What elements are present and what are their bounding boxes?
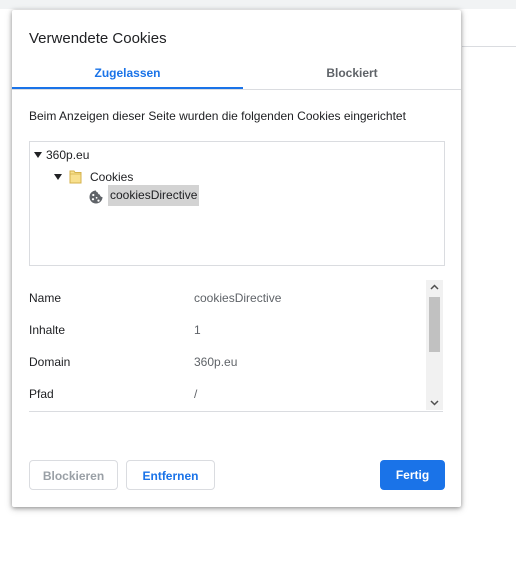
background-divider bbox=[462, 46, 516, 47]
detail-value: 360p.eu bbox=[194, 355, 238, 369]
detail-key: Pfad bbox=[29, 387, 54, 401]
scroll-down-icon[interactable] bbox=[426, 395, 443, 410]
detail-row-domain: Domain 360p.eu bbox=[29, 352, 427, 372]
browser-background-strip bbox=[0, 0, 516, 9]
tab-allowed[interactable]: Zugelassen bbox=[12, 66, 243, 88]
remove-button[interactable]: Entfernen bbox=[126, 460, 215, 490]
block-button[interactable]: Blockieren bbox=[29, 460, 118, 490]
detail-value: / bbox=[194, 387, 198, 401]
detail-key: Inhalte bbox=[29, 323, 66, 337]
detail-value: cookiesDirective bbox=[194, 291, 282, 305]
folder-icon bbox=[69, 170, 82, 184]
details-scrollbar[interactable] bbox=[426, 280, 443, 410]
scroll-up-icon[interactable] bbox=[426, 280, 443, 295]
tab-blocked[interactable]: Blockiert bbox=[243, 66, 461, 88]
dialog-title: Verwendete Cookies bbox=[29, 30, 167, 47]
tree-item-site[interactable]: 360p.eu bbox=[30, 146, 130, 164]
cookie-icon bbox=[89, 190, 103, 204]
scroll-thumb[interactable] bbox=[429, 297, 440, 352]
tree-item-cookies-folder[interactable]: Cookies bbox=[30, 168, 190, 186]
detail-value: 1 bbox=[194, 323, 201, 337]
tree-item-site-label: 360p.eu bbox=[46, 148, 90, 162]
cookie-tree: 360p.eu Cookies bbox=[29, 141, 445, 266]
cookie-details: Name cookiesDirective Inhalte 1 Domain 3… bbox=[29, 282, 443, 412]
detail-key: Domain bbox=[29, 355, 71, 369]
tree-item-cookie[interactable]: cookiesDirective bbox=[108, 185, 200, 206]
triangle-down-icon[interactable] bbox=[34, 152, 42, 158]
cookies-description: Beim Anzeigen dieser Seite wurden die fo… bbox=[29, 109, 406, 123]
triangle-down-icon[interactable] bbox=[54, 174, 62, 180]
detail-row-name: Name cookiesDirective bbox=[29, 288, 427, 308]
detail-row-content: Inhalte 1 bbox=[29, 320, 427, 340]
done-button[interactable]: Fertig bbox=[380, 460, 445, 490]
tree-item-folder-label: Cookies bbox=[90, 170, 134, 184]
detail-key: Name bbox=[29, 291, 62, 305]
tab-divider bbox=[12, 89, 461, 90]
cookies-dialog: Verwendete Cookies Zugelassen Blockiert … bbox=[12, 10, 461, 507]
detail-row-path: Pfad / bbox=[29, 384, 427, 404]
